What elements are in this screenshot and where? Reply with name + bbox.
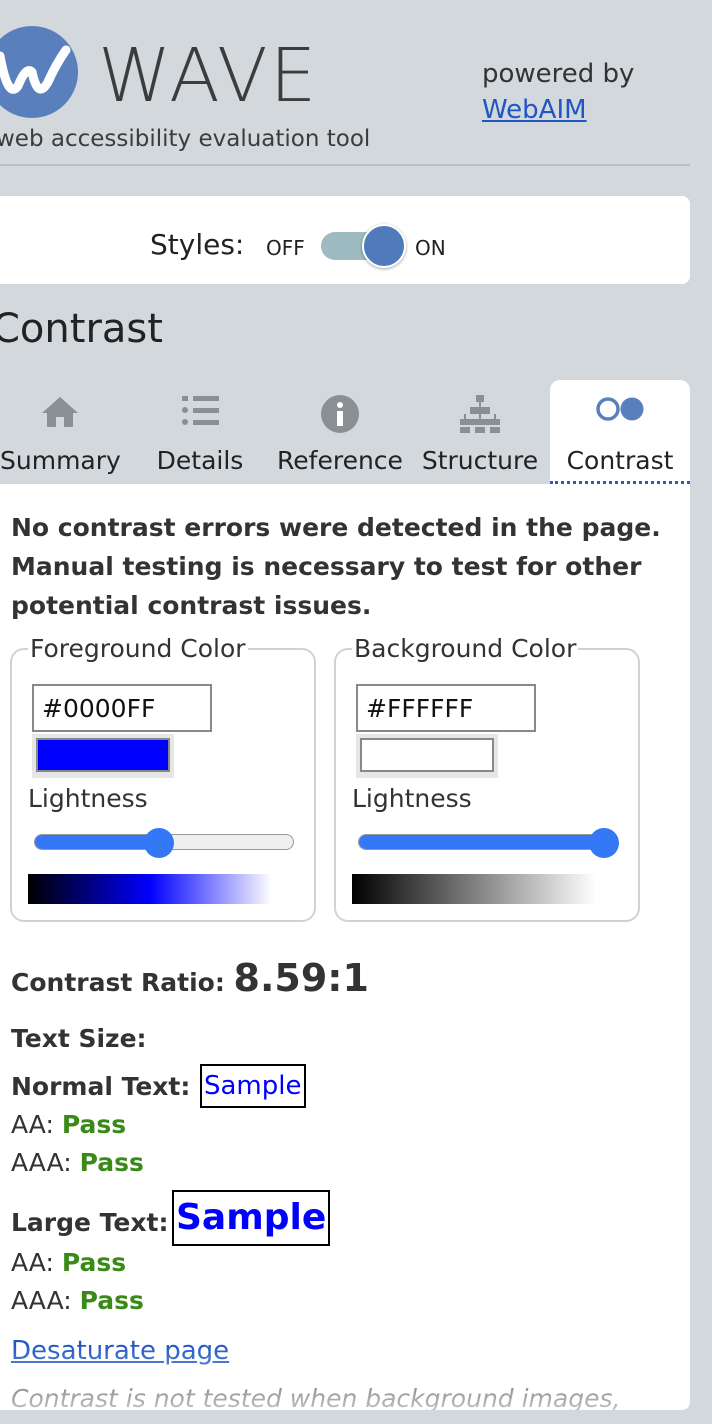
contrast-ratio-label: Contrast Ratio:	[11, 968, 225, 997]
normal-text-sample: Sample	[200, 1064, 306, 1108]
background-slider-thumb[interactable]	[589, 828, 619, 858]
wave-logo-icon	[0, 26, 78, 118]
tab-label: Summary	[0, 446, 121, 475]
foreground-slider-fill	[35, 835, 160, 849]
normal-aaa-result: AAA: Pass	[11, 1148, 144, 1177]
pass-badge: Pass	[79, 1286, 144, 1315]
contrast-panel: No contrast errors were detected in the …	[0, 484, 690, 1410]
contrast-summary-text: No contrast errors were detected in the …	[11, 513, 661, 620]
foreground-swatch	[36, 738, 170, 772]
foreground-color-group: Foreground Color Lightness	[10, 634, 316, 922]
foreground-legend: Foreground Color	[28, 634, 248, 663]
contrast-note: Contrast is not tested when background i…	[11, 1384, 621, 1410]
foreground-lightness-gradient	[28, 874, 272, 904]
home-icon	[40, 394, 80, 434]
tab-label: Reference	[277, 446, 403, 475]
foreground-slider-thumb[interactable]	[144, 828, 174, 858]
tab-label: Details	[156, 446, 244, 475]
section-title: Contrast	[0, 306, 163, 352]
large-text-label: Large Text:	[11, 1208, 169, 1237]
aa-label: AA:	[11, 1248, 54, 1277]
tab-reference[interactable]: Reference	[272, 380, 408, 484]
tab-summary[interactable]: Summary	[0, 380, 121, 484]
list-icon	[180, 394, 220, 434]
aaa-label: AAA:	[11, 1148, 72, 1177]
header: WAVE web accessibility evaluation tool p…	[0, 0, 712, 166]
app-name: WAVE	[98, 33, 319, 119]
large-aaa-result: AAA: Pass	[11, 1286, 144, 1315]
foreground-lightness-label: Lightness	[28, 784, 148, 813]
powered-by-text: powered by	[482, 59, 635, 89]
large-aa-result: AA: Pass	[11, 1248, 126, 1277]
background-slider-fill	[359, 835, 605, 849]
background-swatch	[360, 738, 494, 772]
header-divider	[0, 164, 690, 166]
foreground-hex-input[interactable]	[32, 684, 212, 732]
tab-details[interactable]: Details	[140, 380, 260, 484]
hierarchy-icon	[458, 394, 502, 438]
styles-on-label: ON	[415, 236, 446, 260]
tagline: web accessibility evaluation tool	[0, 126, 371, 152]
normal-aa-result: AA: Pass	[11, 1110, 126, 1139]
styles-toggle-knob[interactable]	[362, 224, 406, 268]
background-color-group: Background Color Lightness	[334, 634, 640, 922]
tab-label: Structure	[421, 446, 539, 475]
background-hex-input[interactable]	[356, 684, 536, 732]
webaim-link[interactable]: WebAIM	[482, 95, 587, 125]
info-icon	[320, 394, 360, 438]
aaa-label: AAA:	[11, 1286, 72, 1315]
background-lightness-slider[interactable]	[358, 834, 618, 850]
contrast-ratio: Contrast Ratio: 8.59:1	[11, 956, 369, 1000]
tab-structure[interactable]: Structure	[416, 380, 544, 484]
background-swatch-button[interactable]	[356, 734, 498, 778]
text-size-heading: Text Size:	[11, 1024, 147, 1053]
foreground-swatch-button[interactable]	[32, 734, 174, 778]
large-text-sample: Sample	[172, 1190, 331, 1246]
background-lightness-label: Lightness	[352, 784, 472, 813]
pass-badge: Pass	[79, 1148, 144, 1177]
panel-tabs: Summary Details Reference Structure Cont…	[0, 380, 690, 484]
background-legend: Background Color	[352, 634, 579, 663]
background-lightness-gradient	[352, 874, 596, 904]
desaturate-page-link[interactable]: Desaturate page	[11, 1336, 229, 1366]
pass-badge: Pass	[61, 1110, 127, 1139]
tab-label: Contrast	[566, 446, 674, 475]
styles-off-label: OFF	[266, 236, 305, 260]
contrast-circles-icon	[594, 394, 646, 428]
normal-text-label: Normal Text:	[11, 1072, 191, 1101]
aa-label: AA:	[11, 1110, 54, 1139]
tab-contrast[interactable]: Contrast	[550, 380, 690, 484]
styles-label: Styles:	[150, 228, 245, 261]
pass-badge: Pass	[61, 1248, 127, 1277]
contrast-ratio-value: 8.59:1	[233, 956, 369, 1000]
